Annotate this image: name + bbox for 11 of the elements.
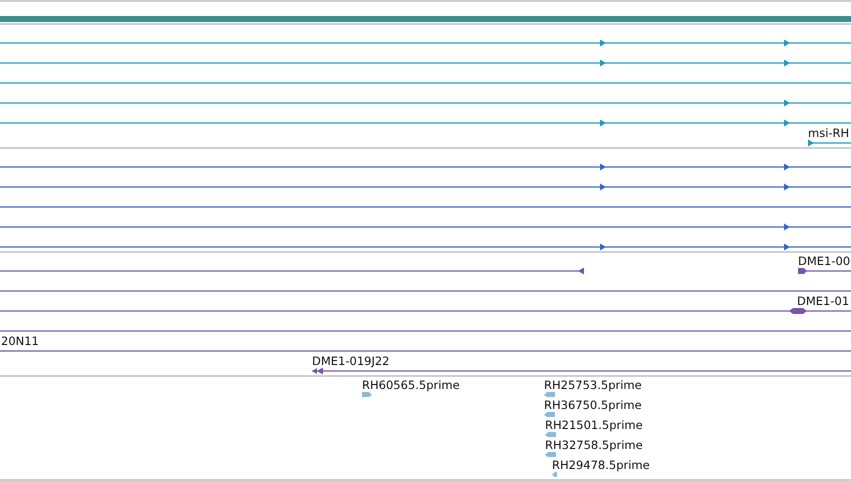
feature-label: DME1-01 [797, 294, 850, 308]
feature-label: RH32758.5prime [545, 438, 643, 452]
feature-label: RH21501.5prime [545, 418, 643, 432]
feature-label: msi-RH [808, 126, 850, 140]
feature-label: RH25753.5prime [544, 378, 642, 392]
feature-label: DME1-019J22 [312, 354, 390, 368]
feature-label: RH36750.5prime [544, 398, 642, 412]
feature-label: RH60565.5prime [362, 378, 460, 392]
feature-label: RH29478.5prime [552, 458, 650, 472]
feature-label: 20N11 [1, 334, 39, 348]
feature-label: DME1-00 [798, 254, 850, 268]
